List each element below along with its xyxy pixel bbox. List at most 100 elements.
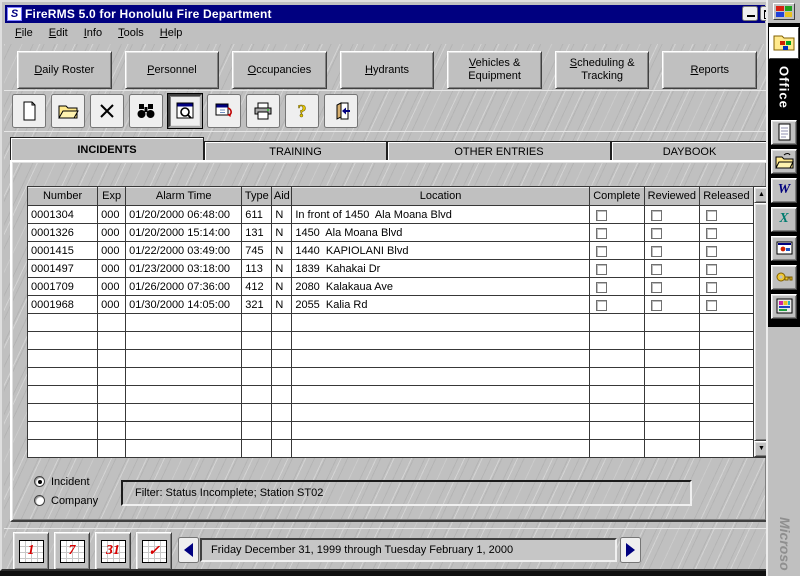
find-button[interactable]	[129, 94, 163, 128]
released-checkbox[interactable]	[706, 210, 717, 221]
new-document-icon	[18, 100, 40, 122]
calendar-button-check[interactable]: ✓	[136, 532, 172, 570]
open-folder-shortcut-button[interactable]	[771, 149, 797, 174]
tab-other-entries[interactable]: OTHER ENTRIES	[387, 141, 611, 162]
logo-yellow-square	[785, 12, 793, 17]
incident-row[interactable]: 000132600001/20/2000 15:14:00131N1450 Al…	[28, 224, 754, 242]
empty-cell	[292, 350, 589, 368]
nav-button-label: Reports	[690, 64, 729, 77]
released-checkbox[interactable]	[706, 246, 717, 257]
empty-cell	[28, 386, 98, 404]
tab-daybook[interactable]: DAYBOOK	[611, 141, 768, 162]
complete-checkbox[interactable]	[596, 264, 607, 275]
reviewed-checkbox[interactable]	[651, 264, 662, 275]
radio-incident[interactable]: Incident	[34, 472, 98, 491]
column-header-alarm-time: Alarm Time	[126, 187, 242, 206]
picture-shortcut-button[interactable]	[771, 236, 797, 261]
menu-item-file[interactable]: File	[7, 24, 41, 42]
print-button[interactable]	[246, 94, 280, 128]
open-folder-icon	[57, 100, 79, 122]
column-header-reviewed: Reviewed	[644, 187, 699, 206]
transfer-button[interactable]	[207, 94, 241, 128]
nav-button-scheduling-tracking[interactable]: Scheduling & Tracking	[555, 51, 650, 89]
radio-company[interactable]: Company	[34, 491, 98, 510]
complete-checkbox[interactable]	[596, 300, 607, 311]
incident-row[interactable]: 000149700001/23/2000 03:18:00113N1839 Ka…	[28, 260, 754, 278]
reviewed-checkbox[interactable]	[651, 246, 662, 257]
calendar-button-31[interactable]: 31	[95, 532, 131, 570]
menu-item-info[interactable]: Info	[76, 24, 110, 42]
released-checkbox[interactable]	[706, 228, 717, 239]
column-header-location: Location	[292, 187, 589, 206]
windows-logo-icon[interactable]	[773, 3, 795, 20]
calendar-button-1[interactable]: 1	[13, 532, 49, 570]
menu-item-help[interactable]: Help	[152, 24, 191, 42]
released-checkbox[interactable]	[706, 300, 717, 311]
empty-cell	[644, 404, 699, 422]
empty-cell	[644, 350, 699, 368]
incident-row[interactable]: 000141500001/22/2000 03:49:00745N1440 KA…	[28, 242, 754, 260]
nav-button-occupancies[interactable]: Occupancies	[232, 51, 327, 89]
empty-cell	[272, 404, 292, 422]
office-bar-body: Office W X	[768, 23, 800, 327]
empty-cell	[28, 422, 98, 440]
open-button[interactable]	[51, 94, 85, 128]
empty-cell	[28, 404, 98, 422]
office-folder-button[interactable]	[769, 27, 799, 59]
cell-location: 1839 Kahakai Dr	[292, 260, 589, 278]
minimize-button[interactable]	[742, 6, 758, 21]
date-range-field: Friday December 31, 1999 through Tuesday…	[200, 538, 617, 562]
empty-cell	[126, 368, 242, 386]
incident-row[interactable]: 000170900001/26/2000 07:36:00412N2080 Ka…	[28, 278, 754, 296]
cell-alarm_time: 01/20/2000 15:14:00	[126, 224, 242, 242]
msdos-shortcut-button[interactable]	[771, 294, 797, 319]
complete-checkbox[interactable]	[596, 210, 607, 221]
cell-released	[699, 278, 753, 296]
reviewed-checkbox[interactable]	[651, 228, 662, 239]
nav-button-daily-roster[interactable]: Daily Roster	[17, 51, 112, 89]
cell-number: 0001326	[28, 224, 98, 242]
cell-type: 113	[242, 260, 272, 278]
previous-period-button[interactable]	[178, 537, 199, 563]
released-checkbox[interactable]	[706, 264, 717, 275]
empty-cell	[28, 314, 98, 332]
delete-button[interactable]	[90, 94, 124, 128]
key-icon	[775, 268, 794, 286]
nav-button-reports[interactable]: Reports	[662, 51, 757, 89]
reviewed-checkbox[interactable]	[651, 300, 662, 311]
title-bar[interactable]: S FireRMS 5.0 for Honolulu Fire Departme…	[5, 5, 765, 23]
nav-button-personnel[interactable]: Personnel	[125, 51, 220, 89]
help-button[interactable]: ?	[285, 94, 319, 128]
reviewed-checkbox[interactable]	[651, 210, 662, 221]
tab-incidents[interactable]: INCIDENTS	[10, 137, 204, 162]
incident-row[interactable]: 000196800001/30/2000 14:05:00321N2055 Ka…	[28, 296, 754, 314]
nav-button-hydrants[interactable]: Hydrants	[340, 51, 435, 89]
cell-released	[699, 296, 753, 314]
cell-complete	[589, 296, 644, 314]
complete-checkbox[interactable]	[596, 228, 607, 239]
calendar-icon: 1	[19, 540, 44, 563]
next-period-button[interactable]	[620, 537, 641, 563]
key-shortcut-button[interactable]	[771, 265, 797, 290]
excel-shortcut-button[interactable]: X	[771, 207, 797, 232]
calendar-button-7[interactable]: 7	[54, 532, 90, 570]
cell-alarm_time: 01/23/2000 03:18:00	[126, 260, 242, 278]
exit-button[interactable]	[324, 94, 358, 128]
menu-item-tools[interactable]: Tools	[110, 24, 152, 42]
cell-reviewed	[644, 260, 699, 278]
incident-row[interactable]: 000130400001/20/2000 06:48:00611NIn fron…	[28, 206, 754, 224]
reviewed-checkbox[interactable]	[651, 282, 662, 293]
complete-checkbox[interactable]	[596, 282, 607, 293]
word-shortcut-button[interactable]: W	[771, 178, 797, 203]
new-document-button[interactable]	[12, 94, 46, 128]
preview-button[interactable]	[168, 94, 202, 128]
window-title: FireRMS 5.0 for Honolulu Fire Department	[25, 7, 272, 21]
document-shortcut-button[interactable]	[771, 120, 797, 145]
complete-checkbox[interactable]	[596, 246, 607, 257]
tab-training[interactable]: TRAINING	[204, 141, 387, 162]
nav-button-vehicles-equipment[interactable]: Vehicles & Equipment	[447, 51, 542, 89]
empty-cell	[98, 314, 126, 332]
tab-strip: INCIDENTSTRAININGOTHER ENTRIESDAYBOOK	[10, 137, 768, 162]
menu-item-edit[interactable]: Edit	[41, 24, 76, 42]
released-checkbox[interactable]	[706, 282, 717, 293]
